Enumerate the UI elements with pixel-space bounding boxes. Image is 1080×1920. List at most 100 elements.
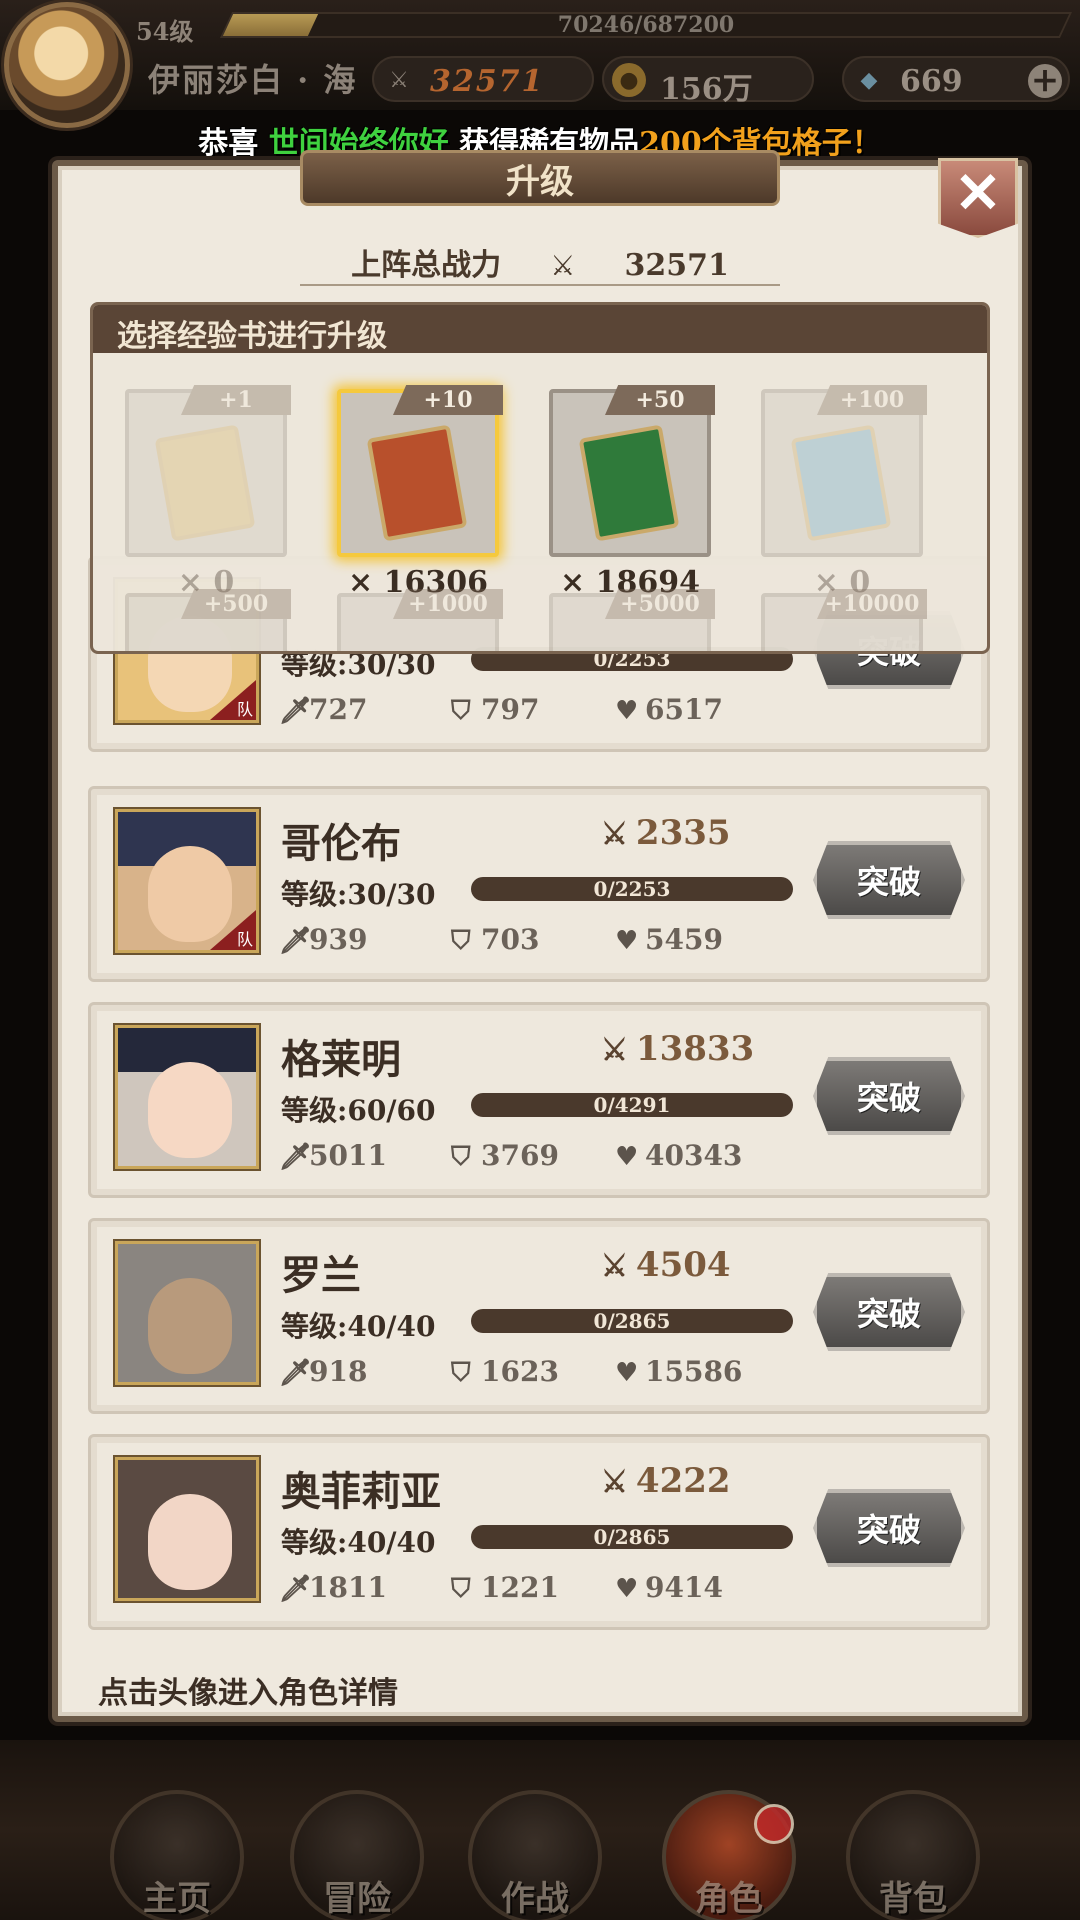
breakthrough-button[interactable]: 突破 <box>813 841 965 919</box>
exp-book-header: 选择经验书进行升级 <box>93 305 987 354</box>
hero-name: 格莱明 <box>281 1036 401 1083</box>
nav-home[interactable]: 主页 <box>92 1780 262 1920</box>
hero-portrait <box>148 846 232 942</box>
nav-label: 冒险 <box>323 1879 391 1919</box>
book-exp-badge: +10 <box>393 385 503 415</box>
hero-level: 等级:60/60 <box>281 1094 436 1127</box>
exp-book-10000[interactable]: +10000 <box>761 589 927 651</box>
book-exp-badge: +5000 <box>605 589 715 619</box>
exp-book-100[interactable]: +100 × 0 <box>761 385 927 600</box>
heart-icon: ♥ <box>615 1142 639 1172</box>
shield-icon: ⛉ <box>451 1358 471 1388</box>
heart-icon: ♥ <box>615 926 639 956</box>
hero-card: 格莱明 ⚔ 13833 等级:60/60 0/4291 🗡5011 ⛉ 3769 ♥… <box>88 1002 990 1198</box>
shield-icon: ⛉ <box>451 1142 471 1172</box>
hero-portrait <box>148 1494 232 1590</box>
exp-book-icon <box>154 424 256 542</box>
hero-health: ♥ 5459 <box>615 923 723 956</box>
nav-backpack[interactable]: 背包 <box>828 1780 998 1920</box>
notification-badge <box>754 1804 794 1844</box>
hero-avatar[interactable]: 队 <box>115 809 259 953</box>
shield-icon: ⛉ <box>451 926 471 956</box>
panel-title: 升级 <box>506 161 574 202</box>
book-exp-badge: +1 <box>181 385 291 415</box>
hero-power: ⚔ 13833 <box>601 1029 755 1069</box>
hero-level: 等级:30/30 <box>281 878 436 911</box>
breakthrough-button[interactable]: 突破 <box>813 1057 965 1135</box>
sword-icon: 🗡 <box>279 1574 313 1604</box>
book-exp-badge: +10000 <box>817 589 927 619</box>
hero-attack: 🗡727 <box>279 693 368 726</box>
breakthrough-button[interactable]: 突破 <box>813 1489 965 1567</box>
crossed-swords-icon: ⚔ <box>601 1249 628 1284</box>
player-level: 54级 <box>136 17 194 46</box>
hero-avatar[interactable] <box>115 1457 259 1601</box>
hero-level: 等级:40/40 <box>281 1310 436 1343</box>
exp-book-icon <box>790 424 892 542</box>
exp-book-1[interactable]: +1 × 0 <box>125 385 291 600</box>
power-value: 32571 <box>430 64 545 99</box>
nav-battle[interactable]: 作战 <box>450 1780 620 1920</box>
hero-exp-bar: 0/4291 <box>471 1093 793 1117</box>
shield-icon: ⛉ <box>451 696 471 726</box>
exp-book-1000[interactable]: +1000 <box>337 589 503 651</box>
hero-name: 哥伦布 <box>281 820 401 867</box>
exp-book-50[interactable]: +50 × 18694 <box>549 385 715 600</box>
bottom-nav: 主页 冒险 作战 角色 背包 <box>0 1740 1080 1920</box>
hero-portrait <box>148 1278 232 1374</box>
gold-coin-icon: ● <box>612 63 646 97</box>
exp-book-10[interactable]: +10 × 16306 <box>337 385 503 600</box>
total-power-value: 32571 <box>624 248 729 283</box>
nav-label: 背包 <box>879 1879 947 1919</box>
hero-avatar[interactable] <box>115 1241 259 1385</box>
nav-adventure[interactable]: 冒险 <box>272 1780 442 1920</box>
book-exp-badge: +1000 <box>393 589 503 619</box>
hero-name: 奥菲莉亚 <box>281 1468 441 1515</box>
hero-exp-bar: 0/2253 <box>471 877 793 901</box>
heart-icon: ♥ <box>615 1574 639 1604</box>
hero-power: ⚔ 4222 <box>601 1461 731 1501</box>
panel-title-plaque: 升级 <box>300 150 780 206</box>
sword-icon: 🗡 <box>279 1142 313 1172</box>
nav-character[interactable]: 角色 <box>644 1780 814 1920</box>
sword-icon: 🗡 <box>279 926 313 956</box>
xp-text: 70246/687200 <box>557 12 735 38</box>
hero-attack: 🗡1811 <box>279 1571 387 1604</box>
sword-icon: 🗡 <box>279 696 313 726</box>
hero-power: ⚔ 2335 <box>601 813 731 853</box>
crossed-swords-icon: ⚔ <box>550 249 576 282</box>
player-avatar[interactable] <box>4 2 130 128</box>
exp-book-5000[interactable]: +5000 <box>549 589 715 651</box>
hero-name: 罗兰 <box>281 1252 361 1299</box>
exp-book-header-text: 选择经验书进行升级 <box>117 319 387 354</box>
hero-card: 罗兰 ⚔ 4504 等级:40/40 0/2865 🗡918 ⛉ 1623 ♥ 155… <box>88 1218 990 1414</box>
close-icon: ✕ <box>954 160 1002 226</box>
hero-power: ⚔ 4504 <box>601 1245 731 1285</box>
hero-defense: ⛉ 703 <box>451 923 540 956</box>
book-exp-badge: +50 <box>605 385 715 415</box>
close-button[interactable]: ✕ <box>938 158 1018 238</box>
add-gems-button[interactable]: + <box>1028 63 1062 98</box>
player-name: 伊丽莎白 · 海 <box>148 61 358 99</box>
hero-health: ♥ 6517 <box>615 693 723 726</box>
hero-defense: ⛉ 797 <box>451 693 540 726</box>
nav-label: 作战 <box>501 1879 569 1919</box>
hero-portrait <box>148 1062 232 1158</box>
hero-card: 奥菲莉亚 ⚔ 4222 等级:40/40 0/2865 🗡1811 ⛉ 1221 ♥… <box>88 1434 990 1630</box>
gem-display: ◆ 669 + <box>842 56 1070 102</box>
announcement-prefix: 恭喜 <box>198 126 259 161</box>
hero-health: ♥ 40343 <box>615 1139 743 1172</box>
crossed-swords-icon: ⚔ <box>601 1465 628 1500</box>
hero-avatar[interactable] <box>115 1025 259 1169</box>
crossed-swords-icon: ⚔ <box>601 1033 628 1068</box>
hero-health: ♥ 15586 <box>615 1355 743 1388</box>
hero-attack: 🗡5011 <box>279 1139 387 1172</box>
exp-book-icon <box>366 424 468 542</box>
gem-value: 669 <box>900 64 963 99</box>
exp-book-500[interactable]: +500 <box>125 589 291 651</box>
total-power-row: 上阵总战力 ⚔ 32571 <box>270 240 810 290</box>
breakthrough-button[interactable]: 突破 <box>813 1273 965 1351</box>
exp-book-icon <box>578 424 680 542</box>
sword-icon: 🗡 <box>279 1358 313 1388</box>
power-display: ⚔ 32571 <box>372 56 594 102</box>
